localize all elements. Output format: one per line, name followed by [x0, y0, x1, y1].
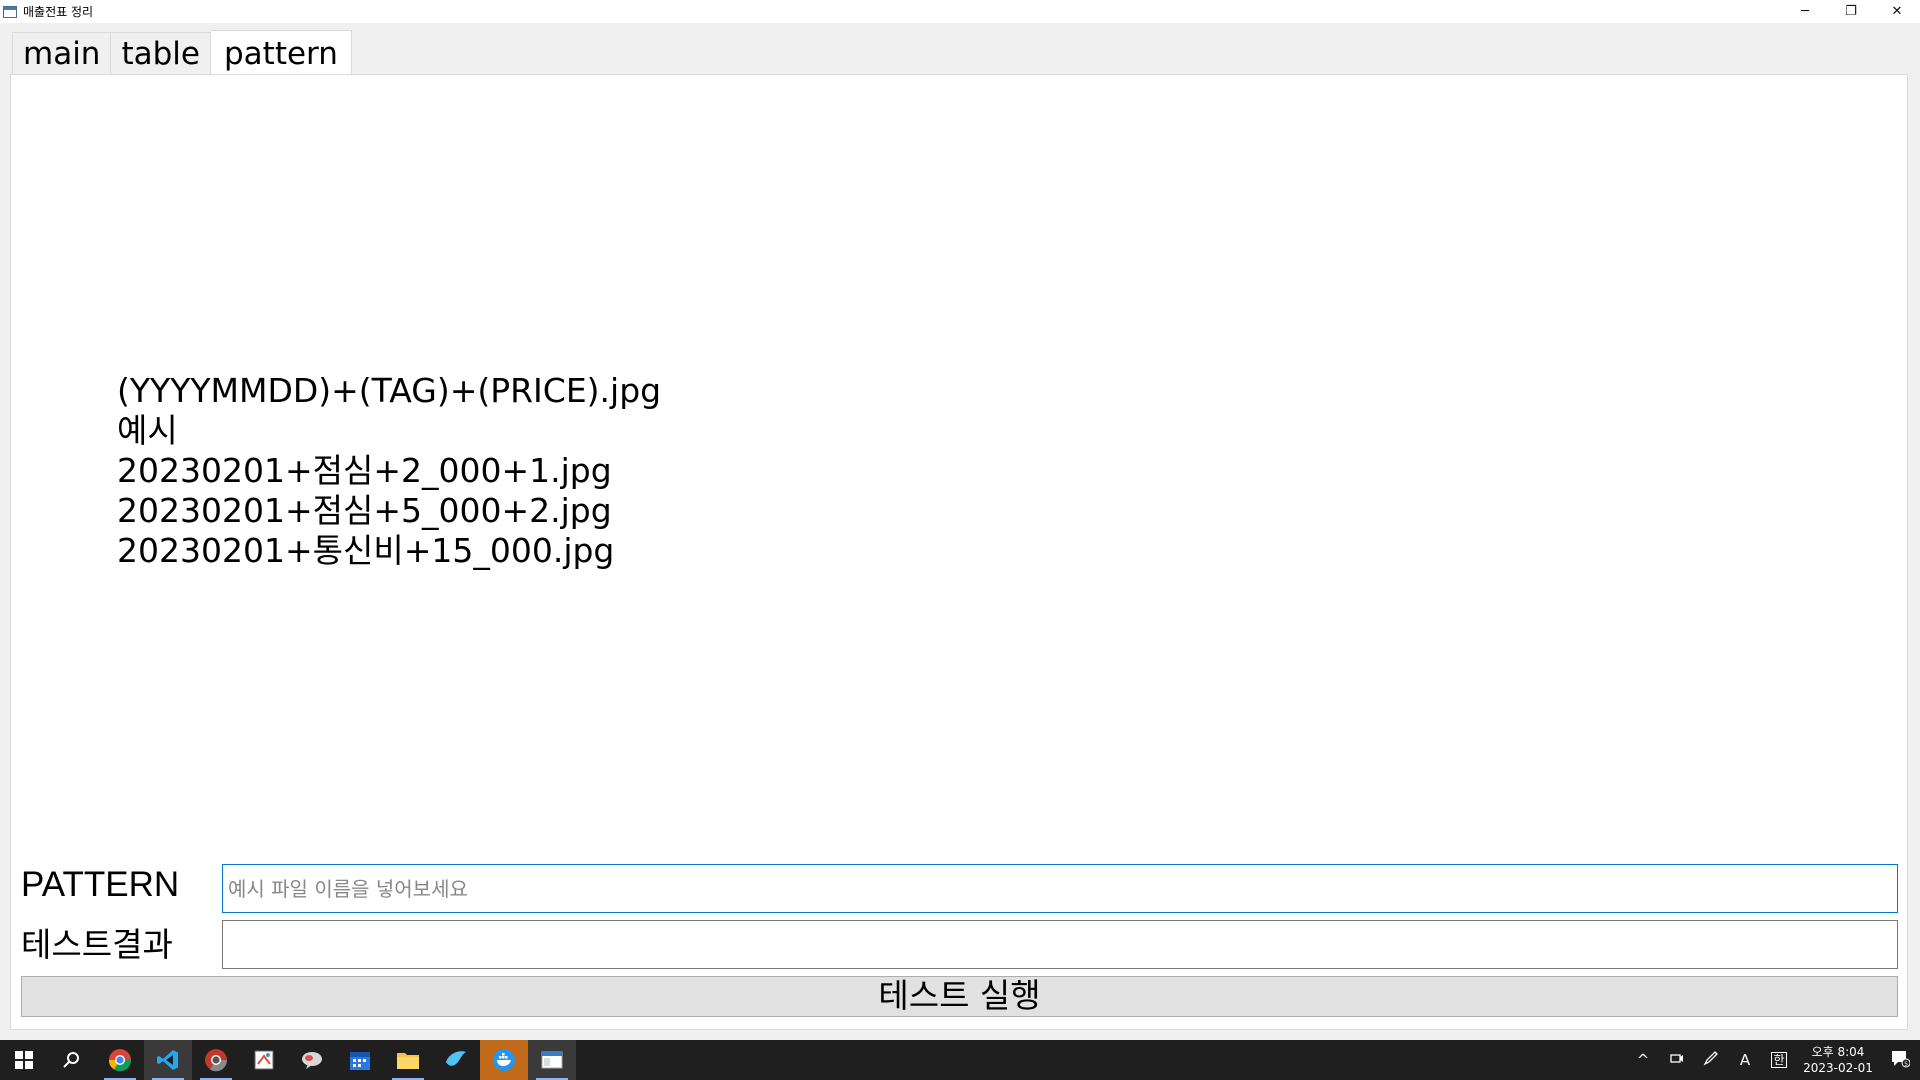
title-bar: 매출전표 정리 ─ ❐ ✕: [0, 0, 1920, 23]
close-button[interactable]: ✕: [1874, 0, 1920, 23]
windows-start-icon[interactable]: [0, 1040, 48, 1080]
paint-icon[interactable]: [240, 1040, 288, 1080]
window-title: 매출전표 정리: [23, 5, 94, 19]
example-line: 20230201+점심+5_000+2.jpg: [117, 491, 612, 530]
window-controls: ─ ❐ ✕: [1782, 0, 1920, 23]
calendar-icon[interactable]: [336, 1040, 384, 1080]
example-heading: 예시: [117, 411, 178, 450]
tray-chevron-icon[interactable]: ^: [1626, 1051, 1660, 1069]
pattern-input[interactable]: [222, 864, 1898, 913]
vscode-icon[interactable]: [144, 1040, 192, 1080]
pattern-description: (YYYYMMDD)+(TAG)+(PRICE).jpg 예시 20230201…: [117, 371, 661, 571]
minimize-button[interactable]: ─: [1782, 0, 1828, 23]
meet-now-icon[interactable]: [1660, 1051, 1694, 1069]
chrome-icon[interactable]: [96, 1040, 144, 1080]
example-line: 20230201+점심+2_000+1.jpg: [117, 451, 612, 490]
tab-pattern[interactable]: pattern: [210, 30, 352, 75]
test-result-label: 테스트결과: [21, 925, 173, 964]
chat-icon[interactable]: [288, 1040, 336, 1080]
ime-mode-indicator[interactable]: A: [1728, 1051, 1762, 1069]
ime-hangul-icon[interactable]: 한: [1771, 1052, 1787, 1068]
clock-date: 2023-02-01: [1803, 1061, 1873, 1075]
test-result-field[interactable]: [222, 920, 1898, 969]
example-line: 20230201+통신비+15_000.jpg: [117, 531, 615, 570]
python-app-icon[interactable]: [528, 1040, 576, 1080]
pattern-tab-panel: (YYYYMMDD)+(TAG)+(PRICE).jpg 예시 20230201…: [10, 74, 1908, 1030]
app-icon: [3, 5, 17, 18]
chrome-dev-icon[interactable]: [192, 1040, 240, 1080]
pen-icon[interactable]: [1694, 1050, 1728, 1070]
clock-time: 오후 8:04: [1811, 1045, 1865, 1059]
search-icon[interactable]: [48, 1040, 96, 1080]
tab-table[interactable]: table: [111, 32, 211, 75]
run-test-button[interactable]: 테스트 실행: [21, 976, 1898, 1017]
pattern-format-line: (YYYYMMDD)+(TAG)+(PRICE).jpg: [117, 371, 662, 410]
tab-main[interactable]: main: [12, 32, 112, 75]
notification-center-icon[interactable]: 5: [1880, 1048, 1920, 1072]
pattern-label: PATTERN: [21, 865, 180, 904]
bird-app-icon[interactable]: [432, 1040, 480, 1080]
taskbar: ^ A 한 오후 8:04 2023-02-01 5: [0, 1040, 1920, 1080]
system-tray: ^ A 한 오후 8:04 2023-02-01 5: [1626, 1040, 1920, 1080]
restore-button[interactable]: ❐: [1828, 0, 1874, 23]
docker-icon[interactable]: [480, 1040, 528, 1080]
taskbar-clock[interactable]: 오후 8:04 2023-02-01: [1796, 1044, 1880, 1076]
file-explorer-icon[interactable]: [384, 1040, 432, 1080]
tab-bar: main table pattern: [12, 30, 352, 75]
notification-count: 5: [1904, 1061, 1908, 1068]
